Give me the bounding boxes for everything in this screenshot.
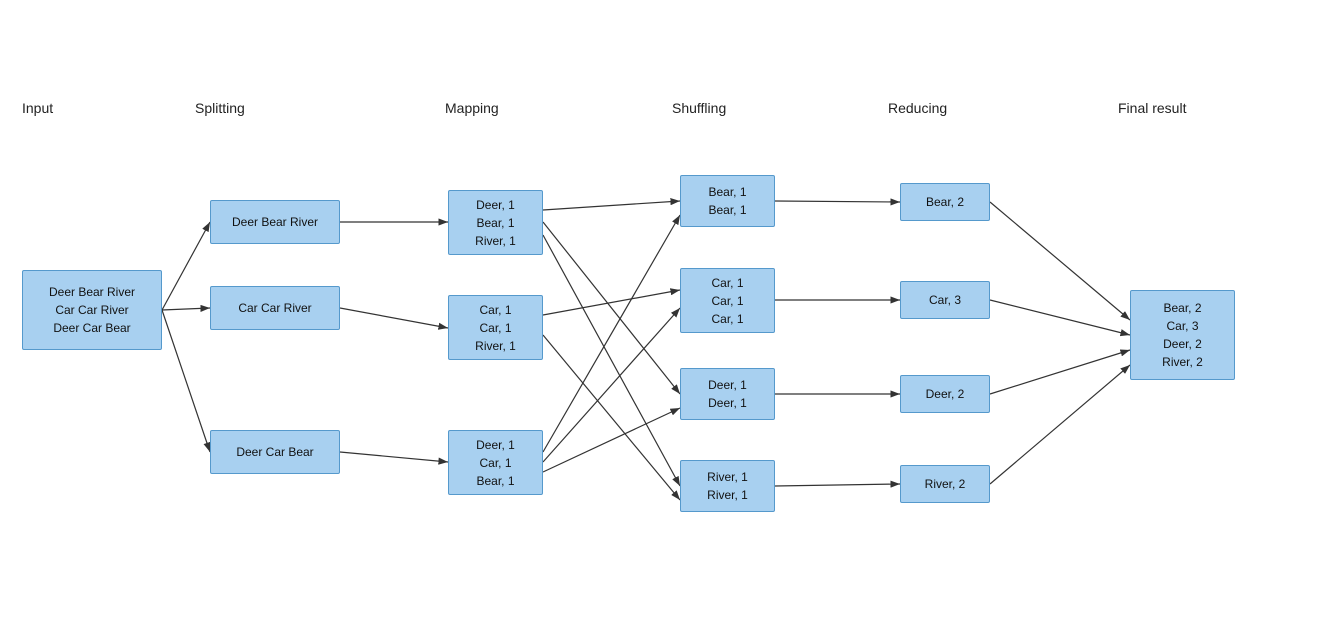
shuf3: Deer, 1 Deer, 1 <box>680 368 775 420</box>
split1: Deer Bear River <box>210 200 340 244</box>
red1: Bear, 2 <box>900 183 990 221</box>
label-splitting: Splitting <box>195 100 245 116</box>
label-shuffling: Shuffling <box>672 100 726 116</box>
label-input: Input <box>22 100 53 116</box>
map3: Deer, 1 Car, 1 Bear, 1 <box>448 430 543 495</box>
map1: Deer, 1 Bear, 1 River, 1 <box>448 190 543 255</box>
red2: Car, 3 <box>900 281 990 319</box>
split2: Car Car River <box>210 286 340 330</box>
label-final: Final result <box>1118 100 1186 116</box>
shuf4: River, 1 River, 1 <box>680 460 775 512</box>
red3: Deer, 2 <box>900 375 990 413</box>
map2: Car, 1 Car, 1 River, 1 <box>448 295 543 360</box>
final: Bear, 2 Car, 3 Deer, 2 River, 2 <box>1130 290 1235 380</box>
split3: Deer Car Bear <box>210 430 340 474</box>
shuf2: Car, 1 Car, 1 Car, 1 <box>680 268 775 333</box>
shuf1: Bear, 1 Bear, 1 <box>680 175 775 227</box>
label-mapping: Mapping <box>445 100 499 116</box>
red4: River, 2 <box>900 465 990 503</box>
label-reducing: Reducing <box>888 100 947 116</box>
input-box: Deer Bear River Car Car River Deer Car B… <box>22 270 162 350</box>
diagram-container: Input Splitting Mapping Shuffling Reduci… <box>0 0 1344 624</box>
